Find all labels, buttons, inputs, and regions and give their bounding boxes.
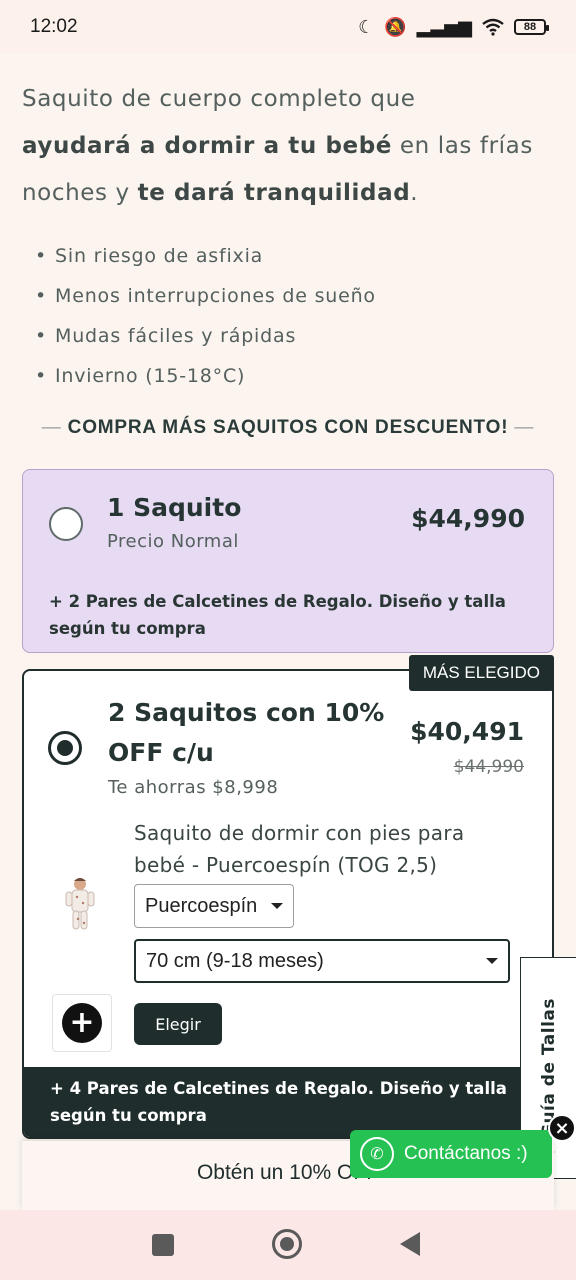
signal-icon: ▂▃▅▆ — [416, 16, 472, 37]
offer-2-savings: Te ahorras $8,998 — [108, 777, 279, 798]
offer-1-title: 1 Saquito — [107, 493, 242, 522]
design-select[interactable]: Puercoespín — [134, 884, 294, 928]
status-bar: 12:02 ☾ 🔕 ▂▃▅▆ 88 — [0, 0, 576, 54]
product-name: Saquito de dormir con pies para bebé - P… — [134, 821, 465, 877]
offer-card-2[interactable]: 2 Saquitos con 10% OFF c/u Te ahorras $8… — [22, 669, 554, 1139]
whatsapp-icon: ✆ — [360, 1137, 394, 1171]
offer-2-radio[interactable] — [48, 731, 82, 765]
status-icons: ☾ 🔕 ▂▃▅▆ 88 — [358, 16, 549, 38]
back-button[interactable] — [400, 1232, 420, 1256]
offer-1-price: $44,990 — [411, 504, 525, 533]
design-select-value: Puercoespín — [145, 894, 258, 917]
section-title: — COMPRA MÁS SAQUITOS CON DESCUENTO! — — [22, 417, 554, 439]
intro-bold2: te dará tranquilidad — [137, 180, 411, 206]
mute-icon: 🔕 — [384, 16, 407, 37]
section-title-text: COMPRA MÁS SAQUITOS CON DESCUENTO! — [67, 417, 509, 438]
home-button[interactable] — [272, 1229, 302, 1259]
offer-1-radio[interactable] — [49, 507, 83, 541]
status-time: 12:02 — [30, 16, 78, 37]
offer-2-title-line2: OFF c/u — [108, 738, 214, 767]
offer-2-price-old: $44,990 — [453, 757, 524, 777]
offer-1-subtitle: Precio Normal — [107, 531, 239, 552]
plus-icon: + — [62, 1003, 102, 1043]
feature-item: Menos interrupciones de sueño — [35, 276, 376, 316]
add-item-button[interactable]: + — [52, 994, 112, 1052]
size-select-value: 70 cm (9-18 meses) — [146, 949, 324, 972]
feature-item: Mudas fáciles y rápidas — [35, 316, 376, 356]
size-select[interactable]: 70 cm (9-18 meses) — [134, 939, 510, 983]
intro-line1: Saquito de cuerpo completo que — [22, 86, 416, 112]
intro-bold1: ayudará a dormir a tu bebé — [22, 133, 392, 159]
choose-button[interactable]: Elegir — [134, 1003, 222, 1045]
close-icon[interactable]: × — [548, 1114, 576, 1142]
offer-2-gift-bar: + 4 Pares de Calcetines de Regalo. Diseñ… — [24, 1067, 552, 1137]
intro-end: . — [410, 180, 419, 206]
offer-2-price: $40,491 — [410, 717, 524, 746]
feature-list: Sin riesgo de asfixia Menos interrupcion… — [35, 236, 376, 396]
title-dash-left: — — [41, 417, 62, 438]
intro-text: Saquito de cuerpo completo que ayudará a… — [22, 76, 562, 217]
most-chosen-badge: MÁS ELEGIDO — [408, 655, 554, 691]
feature-item: Sin riesgo de asfixia — [35, 236, 376, 276]
whatsapp-contact-button[interactable]: ✆ Contáctanos :) — [350, 1130, 552, 1178]
chevron-down-icon — [271, 903, 283, 909]
offer-2-title-line1: 2 Saquitos con 10% — [108, 698, 385, 727]
offer-1-gift: + 2 Pares de Calcetines de Regalo. Diseñ… — [49, 592, 506, 638]
wifi-icon — [482, 18, 504, 36]
title-dash-right: — — [514, 417, 535, 438]
page-content: Saquito de cuerpo completo que ayudará a… — [0, 54, 576, 1210]
baby-sleepsuit-image — [65, 878, 95, 930]
moon-icon: ☾ — [358, 16, 375, 37]
offer-card-1[interactable]: 1 Saquito Precio Normal $44,990 + 2 Pare… — [22, 469, 554, 653]
whatsapp-label: Contáctanos :) — [404, 1143, 528, 1164]
offer-2-gift: + 4 Pares de Calcetines de Regalo. Diseñ… — [50, 1079, 507, 1125]
battery-icon: 88 — [514, 19, 549, 35]
feature-item: Invierno (15-18°C) — [35, 356, 376, 396]
recents-button[interactable] — [152, 1234, 174, 1256]
chevron-down-icon — [486, 958, 498, 964]
